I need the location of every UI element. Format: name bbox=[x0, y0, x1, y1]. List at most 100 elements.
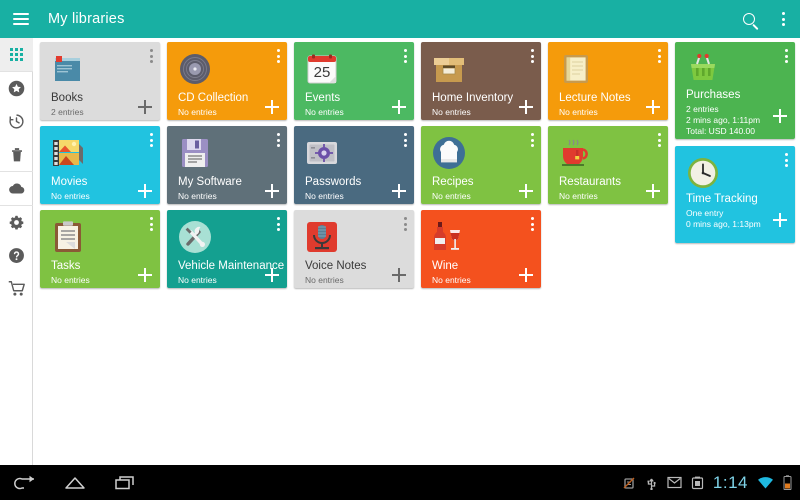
tile-overflow-icon[interactable] bbox=[785, 49, 788, 63]
tile-subtitle: No entries bbox=[305, 107, 344, 118]
tile-title: CD Collection bbox=[178, 92, 248, 104]
add-entry-button[interactable] bbox=[265, 268, 279, 282]
add-entry-button[interactable] bbox=[138, 268, 152, 282]
sidebar-item-help[interactable] bbox=[0, 239, 33, 272]
tile-title: My Software bbox=[178, 176, 242, 188]
clock-icon bbox=[686, 156, 720, 190]
tile-subtitle: No entries bbox=[178, 275, 217, 286]
tile-overflow-icon[interactable] bbox=[785, 153, 788, 167]
add-entry-button[interactable] bbox=[519, 184, 533, 198]
tile-title: Movies bbox=[51, 176, 87, 188]
microphone-icon bbox=[305, 220, 339, 254]
sidebar-item-store[interactable] bbox=[0, 272, 33, 305]
screenshot-icon bbox=[691, 476, 704, 490]
calendar-icon: 25 bbox=[305, 52, 339, 86]
library-tile[interactable]: Recipes No entries bbox=[421, 126, 541, 204]
add-entry-button[interactable] bbox=[773, 213, 787, 227]
tile-subtitle: 2 mins ago, 1:11pm bbox=[686, 115, 760, 126]
library-tile[interactable]: WineNo entries bbox=[421, 210, 541, 288]
library-tile-board: Books2 entriesCD CollectionNo entries25E… bbox=[34, 38, 800, 465]
overflow-menu-icon[interactable] bbox=[766, 0, 800, 38]
add-entry-button[interactable] bbox=[392, 100, 406, 114]
library-tile[interactable]: Time TrackingOne entry0 mins ago, 1:13pm bbox=[675, 146, 795, 243]
library-tile[interactable]: Books2 entries bbox=[40, 42, 160, 120]
back-icon[interactable] bbox=[0, 465, 50, 500]
sidebar-item-favorites[interactable] bbox=[0, 72, 33, 105]
app-toolbar: My libraries bbox=[0, 0, 800, 38]
library-tile[interactable]: PasswordsNo entries bbox=[294, 126, 414, 204]
tile-overflow-icon[interactable] bbox=[150, 133, 153, 147]
tile-overflow-icon[interactable] bbox=[150, 49, 153, 63]
tile-title: Time Tracking bbox=[686, 193, 758, 205]
tile-overflow-icon[interactable] bbox=[277, 49, 280, 63]
library-tile[interactable]: CD CollectionNo entries bbox=[167, 42, 287, 120]
sidebar-item-recent[interactable] bbox=[0, 105, 33, 138]
tile-subtitle: One entry bbox=[686, 208, 723, 219]
add-entry-button[interactable] bbox=[392, 268, 406, 282]
home-icon[interactable] bbox=[50, 465, 100, 500]
sidebar-item-settings[interactable] bbox=[0, 206, 33, 239]
sidebar-item-trash[interactable] bbox=[0, 138, 33, 171]
tile-overflow-icon[interactable] bbox=[658, 133, 661, 147]
sidebar-item-all-libraries[interactable] bbox=[0, 38, 33, 71]
tile-overflow-icon[interactable] bbox=[277, 133, 280, 147]
safe-icon bbox=[305, 136, 339, 170]
add-entry-button[interactable] bbox=[519, 268, 533, 282]
usb-debug-icon bbox=[622, 476, 636, 490]
tile-overflow-icon[interactable] bbox=[531, 49, 534, 63]
library-tile[interactable]: Voice NotesNo entries bbox=[294, 210, 414, 288]
battery-icon bbox=[783, 475, 792, 491]
tile-subtitle: No entries bbox=[559, 191, 598, 202]
add-entry-button[interactable] bbox=[138, 100, 152, 114]
add-entry-button[interactable] bbox=[392, 184, 406, 198]
tile-overflow-icon[interactable] bbox=[658, 49, 661, 63]
coffee-cup-icon bbox=[559, 136, 593, 170]
library-tile[interactable]: Lecture NotesNo entries bbox=[548, 42, 668, 120]
cloud-icon bbox=[8, 182, 26, 196]
tile-title: Recipes bbox=[432, 176, 474, 188]
search-icon[interactable] bbox=[732, 0, 766, 38]
book-icon bbox=[51, 52, 85, 86]
add-entry-button[interactable] bbox=[265, 100, 279, 114]
basket-icon bbox=[686, 52, 720, 86]
library-tile[interactable]: My SoftwareNo entries bbox=[167, 126, 287, 204]
add-entry-button[interactable] bbox=[646, 184, 660, 198]
library-tile[interactable]: RestaurantsNo entries bbox=[548, 126, 668, 204]
cart-icon bbox=[8, 280, 26, 297]
recents-icon[interactable] bbox=[100, 465, 150, 500]
tile-overflow-icon[interactable] bbox=[404, 49, 407, 63]
tile-subtitle: No entries bbox=[51, 275, 90, 286]
tile-overflow-icon[interactable] bbox=[531, 217, 534, 231]
tile-title: Tasks bbox=[51, 260, 80, 272]
history-icon bbox=[8, 113, 25, 130]
help-icon bbox=[8, 247, 25, 264]
tools-icon bbox=[178, 220, 212, 254]
add-entry-button[interactable] bbox=[265, 184, 279, 198]
gmail-icon bbox=[667, 476, 682, 489]
sidebar-item-cloud[interactable] bbox=[0, 172, 33, 205]
add-entry-button[interactable] bbox=[138, 184, 152, 198]
library-tile[interactable]: MoviesNo entries bbox=[40, 126, 160, 204]
tile-overflow-icon[interactable] bbox=[404, 217, 407, 231]
library-tile[interactable]: Purchases2 entries2 mins ago, 1:11pmTota… bbox=[675, 42, 795, 139]
library-tile[interactable]: 25EventsNo entries bbox=[294, 42, 414, 120]
add-entry-button[interactable] bbox=[519, 100, 533, 114]
vinyl-icon bbox=[178, 52, 212, 86]
tile-title: Wine bbox=[432, 260, 458, 272]
add-entry-button[interactable] bbox=[646, 100, 660, 114]
gear-icon bbox=[8, 214, 25, 231]
library-tile[interactable]: Tasks No entries bbox=[40, 210, 160, 288]
library-tile[interactable]: Home InventoryNo entries bbox=[421, 42, 541, 120]
tile-title: Lecture Notes bbox=[559, 92, 631, 104]
hamburger-icon[interactable] bbox=[4, 0, 38, 38]
tile-subtitle: No entries bbox=[432, 191, 471, 202]
status-tray[interactable]: 1:14 bbox=[622, 473, 800, 493]
tile-overflow-icon[interactable] bbox=[404, 133, 407, 147]
tile-overflow-icon[interactable] bbox=[531, 133, 534, 147]
film-icon bbox=[51, 136, 85, 170]
tile-overflow-icon[interactable] bbox=[150, 217, 153, 231]
clipboard-icon bbox=[51, 220, 85, 254]
tile-overflow-icon[interactable] bbox=[277, 217, 280, 231]
add-entry-button[interactable] bbox=[773, 109, 787, 123]
library-tile[interactable]: Vehicle MaintenanceNo entries bbox=[167, 210, 287, 288]
